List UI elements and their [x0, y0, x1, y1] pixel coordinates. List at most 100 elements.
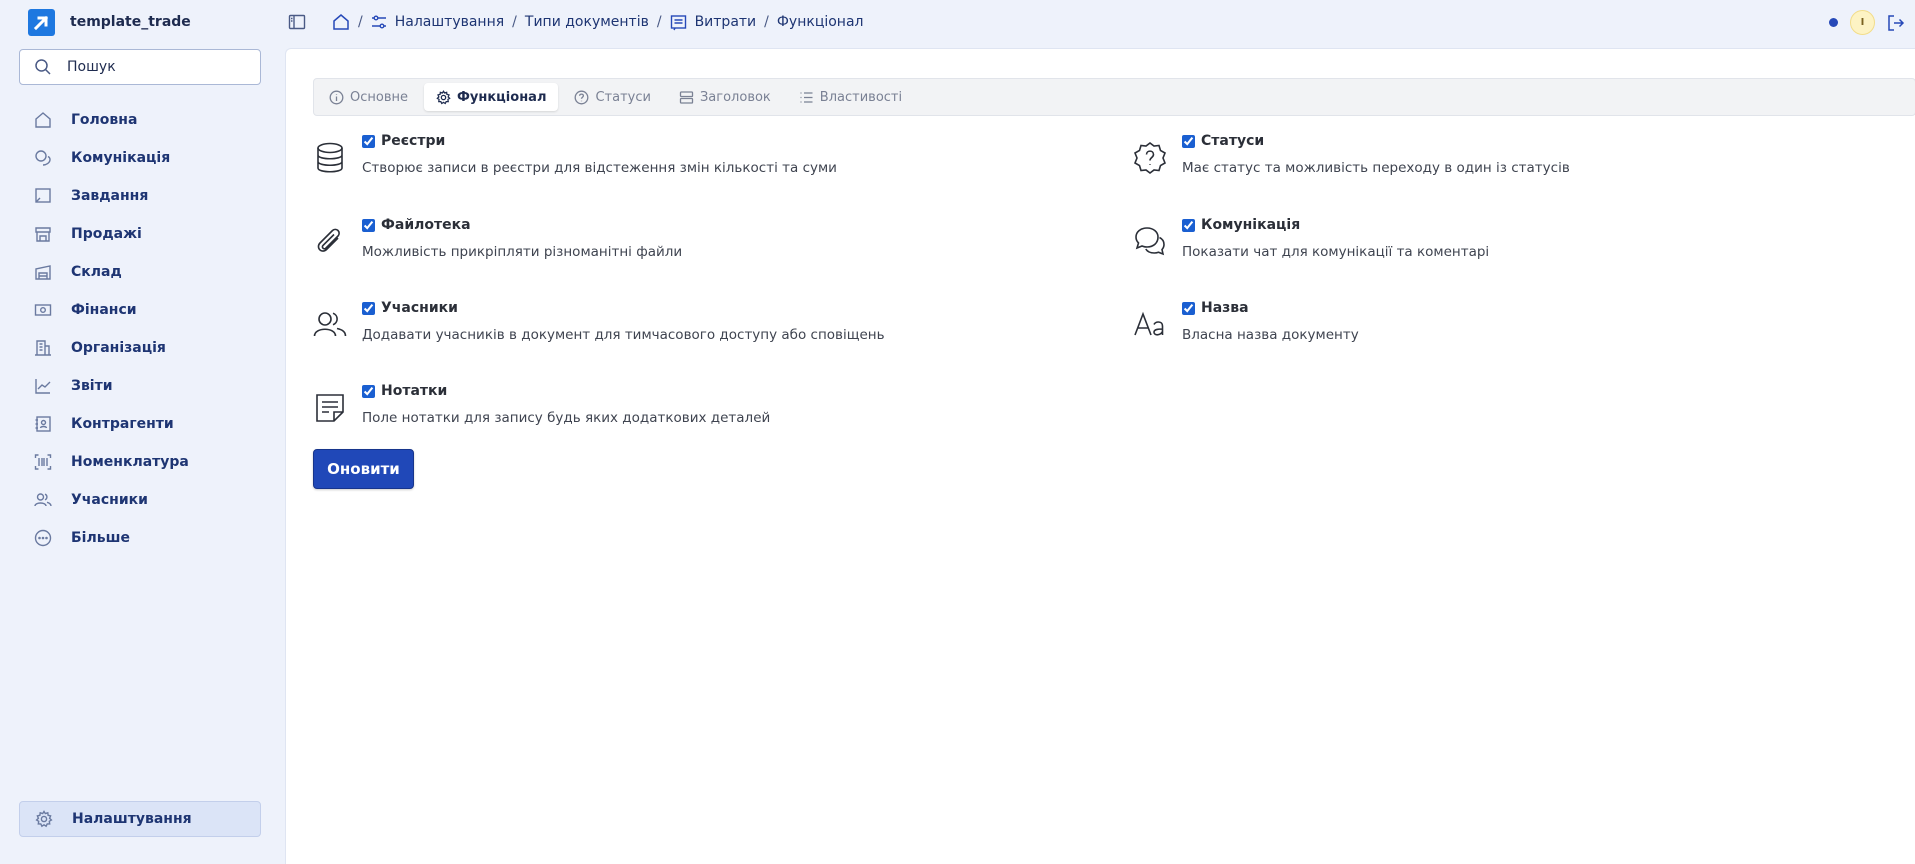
tab-properties[interactable]: Властивості	[787, 83, 914, 111]
sidebar-item-participants[interactable]: Учасники	[19, 481, 261, 519]
sidebar-item-tasks[interactable]: Завдання	[19, 177, 261, 215]
breadcrumb-item-settings[interactable]: Налаштування	[371, 14, 504, 30]
sidebar-item-communication[interactable]: Комунікація	[19, 139, 261, 177]
feature-name-checkbox[interactable]	[1182, 301, 1195, 315]
gear-icon	[35, 810, 53, 828]
users-icon	[34, 491, 52, 509]
feature-communication-checkbox[interactable]	[1182, 218, 1195, 232]
feature-name: Назва Власна назва документу	[1133, 300, 1913, 370]
feature-statuses-checkbox[interactable]	[1182, 134, 1195, 148]
sidebar-item-home[interactable]: Головна	[19, 101, 261, 139]
feature-notes: Нотатки Поле нотатки для запису будь яки…	[313, 383, 1093, 453]
badge-question-icon	[1133, 141, 1167, 175]
feature-registers: Реєстри Створює записи в реєстри для від…	[313, 133, 1093, 203]
feature-description: Власна назва документу	[1182, 327, 1359, 343]
sidebar-item-label: Учасники	[71, 492, 148, 508]
search-input[interactable]	[67, 59, 237, 75]
feature-participants-checkbox[interactable]	[362, 301, 375, 315]
font-size-icon	[1133, 308, 1167, 342]
breadcrumb-home[interactable]	[332, 13, 350, 31]
tab-label: Функціонал	[457, 89, 547, 105]
breadcrumb-separator: /	[764, 14, 769, 30]
tab-label: Властивості	[819, 89, 903, 105]
feature-name-toggle[interactable]: Назва	[1182, 300, 1249, 316]
sidebar-item-reports[interactable]: Звіти	[19, 367, 261, 405]
breadcrumb-separator: /	[656, 14, 662, 30]
update-button[interactable]: Оновити	[313, 449, 414, 489]
feature-communication-toggle[interactable]: Комунікація	[1182, 217, 1300, 233]
list-icon	[799, 90, 814, 105]
brand[interactable]: template_trade	[28, 8, 191, 36]
feature-files-toggle[interactable]: Файлотека	[362, 217, 471, 233]
sidebar-item-label: Контрагенти	[71, 416, 174, 432]
sidebar-item-label: Склад	[71, 264, 122, 280]
feature-registers-toggle[interactable]: Реєстри	[362, 133, 445, 149]
breadcrumb-item-expenses[interactable]: Витрати	[670, 14, 756, 31]
sidebar-item-finance[interactable]: Фінанси	[19, 291, 261, 329]
feature-notes-toggle[interactable]: Нотатки	[362, 383, 447, 399]
tab-functionality[interactable]: Функціонал	[424, 83, 559, 111]
avatar[interactable]: І	[1850, 10, 1875, 35]
breadcrumb-label: Типи документів	[524, 14, 649, 30]
sidebar-item-label: Налаштування	[72, 811, 192, 827]
tab-label: Заголовок	[699, 89, 771, 105]
feature-description: Можливість прикріпляти різноманітні файл…	[362, 244, 683, 260]
feature-description: Додавати учасників в документ для тимчас…	[362, 327, 885, 343]
feature-participants-toggle[interactable]: Учасники	[362, 300, 458, 316]
feature-registers-checkbox[interactable]	[362, 134, 375, 148]
feature-title: Комунікація	[1201, 217, 1301, 233]
breadcrumb-label: Налаштування	[394, 14, 505, 30]
tab-statuses[interactable]: Статуси	[562, 83, 662, 111]
sidebar-item-organization[interactable]: Організація	[19, 329, 261, 367]
document-icon	[670, 14, 687, 31]
contact-book-icon	[34, 415, 52, 433]
feature-title: Учасники	[381, 300, 458, 316]
feature-notes-checkbox[interactable]	[362, 384, 375, 398]
feature-description: Має статус та можливість переходу в один…	[1182, 160, 1570, 176]
sidebar-item-contractors[interactable]: Контрагенти	[19, 405, 261, 443]
home-icon	[332, 13, 350, 31]
search-box[interactable]	[19, 49, 261, 85]
breadcrumb-item-document-types[interactable]: Типи документів	[525, 14, 649, 30]
feature-description: Поле нотатки для запису будь яких додатк…	[362, 410, 771, 426]
feature-description: Створює записи в реєстри для відстеження…	[362, 160, 837, 176]
brand-logo-icon	[28, 8, 55, 36]
sidebar-item-warehouse[interactable]: Склад	[19, 253, 261, 291]
users-icon	[313, 308, 347, 342]
paperclip-icon	[313, 225, 347, 259]
feature-files-checkbox[interactable]	[362, 218, 375, 232]
task-icon	[34, 187, 52, 205]
sidebar-item-label: Завдання	[71, 188, 149, 204]
logout-icon[interactable]	[1887, 14, 1905, 32]
sidebar-item-label: Організація	[71, 340, 166, 356]
tab-general[interactable]: Основне	[317, 83, 420, 111]
sidebar-item-settings[interactable]: Налаштування	[19, 801, 261, 837]
store-icon	[34, 225, 52, 243]
breadcrumb-separator: /	[512, 14, 517, 30]
sidebar-item-sales[interactable]: Продажі	[19, 215, 261, 253]
sidebar-item-label: Номенклатура	[71, 454, 189, 470]
sidebar-toggle-icon[interactable]	[288, 13, 306, 31]
feature-statuses-toggle[interactable]: Статуси	[1182, 133, 1264, 149]
tab-header[interactable]: Заголовок	[667, 83, 783, 111]
chat-icon	[34, 149, 52, 167]
sidebar-item-more[interactable]: Більше	[19, 519, 261, 557]
feature-title: Нотатки	[381, 383, 448, 399]
building-icon	[34, 339, 52, 357]
database-icon	[313, 141, 347, 175]
breadcrumb: / Налаштування / Типи документів / Витра…	[332, 0, 864, 44]
search-icon	[34, 58, 52, 76]
topbar-actions: І	[1829, 10, 1905, 35]
sidebar-item-nomenclature[interactable]: Номенклатура	[19, 443, 261, 481]
feature-description: Показати чат для комунікації та коментар…	[1182, 244, 1490, 260]
feature-files: Файлотека Можливість прикріпляти різнома…	[313, 217, 1093, 287]
sidebar-item-label: Звіти	[71, 378, 113, 394]
sidebar-nav: Головна Комунікація Завдання Продажі Скл…	[19, 101, 261, 557]
info-icon	[329, 90, 344, 105]
brand-name: template_trade	[70, 14, 191, 30]
feature-participants: Учасники Додавати учасників в документ д…	[313, 300, 1093, 370]
layout-header-icon	[679, 90, 694, 105]
breadcrumb-item-current: Функціонал	[777, 14, 864, 30]
sidebar-item-label: Комунікація	[71, 150, 171, 166]
home-icon	[34, 111, 52, 129]
